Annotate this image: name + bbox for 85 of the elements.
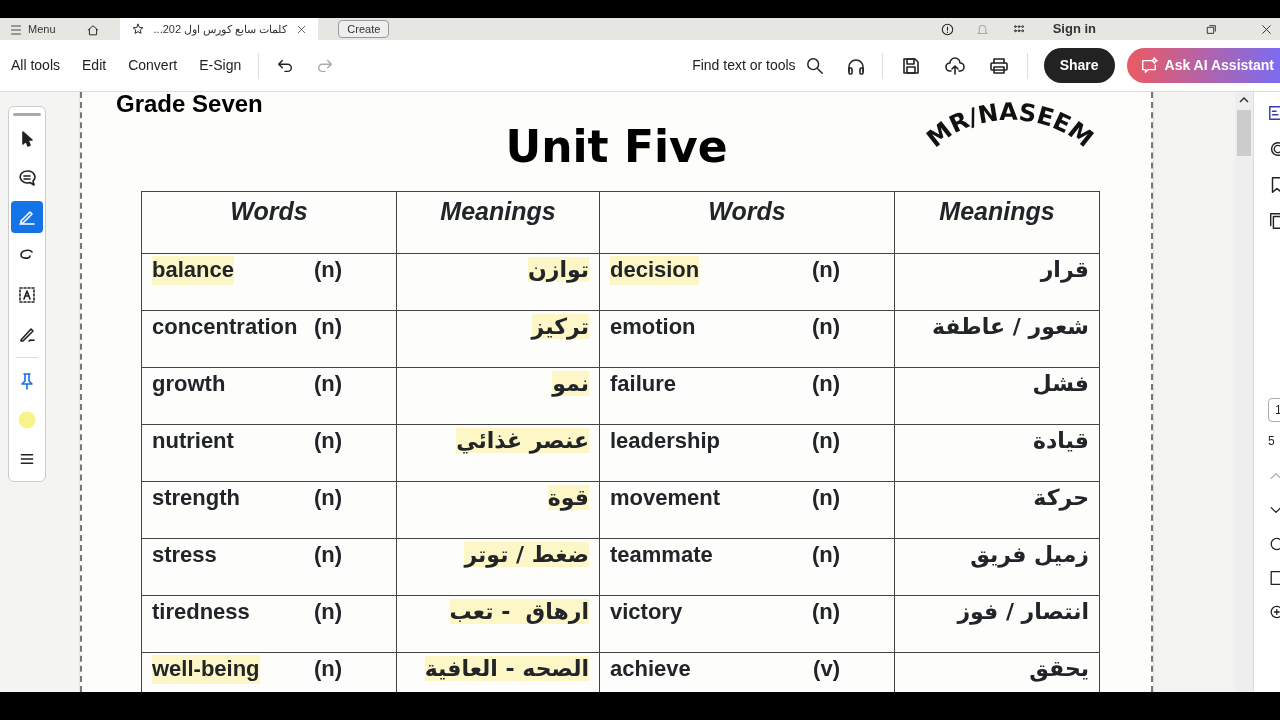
column-header: Words bbox=[141, 191, 397, 254]
menu-item[interactable]: Convert bbox=[117, 55, 189, 76]
arabic-meaning: توازن bbox=[527, 257, 589, 282]
tab-title: كلمات سابع كورس اول 202... bbox=[153, 21, 288, 38]
home-icon[interactable] bbox=[85, 23, 100, 36]
english-word: strength bbox=[152, 484, 240, 512]
english-word: balance bbox=[152, 256, 234, 285]
part-of-speech: (n) bbox=[313, 484, 342, 512]
restore-window-icon[interactable] bbox=[1206, 23, 1217, 35]
menu-item[interactable]: E-Sign bbox=[188, 55, 253, 76]
document-heading: Grade Seven bbox=[116, 92, 263, 116]
column-header: Meanings bbox=[894, 191, 1100, 254]
part-of-speech: (n) bbox=[811, 370, 840, 398]
document-tab[interactable]: كلمات سابع كورس اول 202... bbox=[119, 18, 319, 40]
share-button[interactable]: Share bbox=[1043, 48, 1115, 83]
scroll-up-icon[interactable] bbox=[1239, 96, 1249, 104]
arabic-meaning: الصحه - العافية bbox=[424, 656, 589, 681]
zoom-in-icon[interactable] bbox=[1268, 604, 1280, 620]
part-of-speech: (n) bbox=[811, 541, 840, 569]
page-total: 5 bbox=[1268, 433, 1275, 450]
english-word: movement bbox=[610, 484, 721, 512]
english-word: well-being bbox=[152, 655, 260, 684]
english-word: teammate bbox=[610, 541, 713, 569]
menu-icon bbox=[10, 24, 22, 35]
scrollbar-thumb[interactable] bbox=[1237, 110, 1251, 156]
arabic-meaning: فشل bbox=[1032, 371, 1089, 396]
english-word: nutrient bbox=[152, 427, 234, 455]
part-of-speech: (n) bbox=[313, 370, 342, 398]
menu-icon bbox=[19, 452, 35, 466]
search-icon bbox=[805, 56, 824, 75]
english-word: leadership bbox=[610, 427, 721, 455]
arabic-meaning: ارهاق - تعب bbox=[449, 599, 589, 624]
part-of-speech: (n) bbox=[811, 427, 840, 455]
part-of-speech: (v) bbox=[813, 655, 840, 683]
arabic-meaning: انتصار / فوز bbox=[957, 599, 1089, 624]
arabic-meaning: يحقق bbox=[1029, 656, 1089, 681]
part-of-speech: (n) bbox=[313, 256, 342, 284]
menu-item[interactable]: Edit bbox=[71, 55, 118, 76]
english-word: victory bbox=[610, 598, 683, 626]
save-icon[interactable] bbox=[900, 55, 921, 76]
english-word: decision bbox=[610, 256, 700, 285]
column-header: Words bbox=[599, 191, 895, 254]
part-of-speech: (n) bbox=[313, 655, 342, 683]
menu-item[interactable]: All tools bbox=[0, 55, 72, 76]
close-icon[interactable] bbox=[297, 25, 307, 35]
ai-assistant-button[interactable]: Ask AI Assistant bbox=[1126, 48, 1280, 83]
part-of-speech: (n) bbox=[313, 598, 342, 626]
create-button[interactable]: Create bbox=[338, 20, 390, 38]
search-field[interactable]: Find text or tools bbox=[692, 55, 824, 76]
arabic-meaning: قيادة bbox=[1033, 428, 1089, 453]
star-icon bbox=[131, 23, 144, 35]
cloud-upload-icon[interactable] bbox=[944, 55, 965, 76]
part-of-speech: (n) bbox=[811, 313, 840, 341]
fit-page-icon[interactable] bbox=[1268, 570, 1280, 586]
english-word: emotion bbox=[610, 313, 696, 341]
print-icon[interactable] bbox=[988, 55, 1009, 76]
english-word: stress bbox=[152, 541, 217, 569]
part-of-speech: (n) bbox=[811, 256, 840, 284]
part-of-speech: (n) bbox=[313, 541, 342, 569]
english-word: tiredness bbox=[152, 598, 250, 626]
english-word: failure bbox=[610, 370, 677, 398]
arabic-meaning: زميل فريق bbox=[970, 542, 1089, 567]
menu-label: Menu bbox=[28, 21, 56, 37]
english-word: achieve bbox=[610, 655, 691, 683]
sign-in-link[interactable]: Sign in bbox=[1052, 19, 1096, 39]
comment-icon bbox=[17, 168, 37, 188]
part-of-speech: (n) bbox=[313, 427, 342, 455]
arabic-meaning: قرار bbox=[1040, 257, 1089, 282]
arabic-meaning: نمو bbox=[552, 371, 589, 396]
arabic-meaning: ضغط / توتر bbox=[464, 542, 589, 567]
part-of-speech: (n) bbox=[811, 484, 840, 512]
arabic-meaning: عنصر غذائي bbox=[456, 428, 589, 453]
text-box-icon bbox=[17, 285, 37, 305]
part-of-speech: (n) bbox=[313, 313, 342, 341]
arabic-meaning: شعور / عاطفة bbox=[931, 314, 1089, 339]
arabic-meaning: تركيز bbox=[531, 314, 589, 339]
arabic-meaning: قوة bbox=[547, 485, 589, 510]
close-window-icon[interactable] bbox=[1261, 23, 1272, 35]
arabic-meaning: حركة bbox=[1033, 485, 1089, 510]
help-icon[interactable] bbox=[940, 22, 954, 36]
english-word: concentration bbox=[152, 313, 298, 341]
column-header: Meanings bbox=[396, 191, 600, 254]
english-word: growth bbox=[152, 370, 226, 398]
rotate-icon[interactable] bbox=[1268, 536, 1280, 552]
part-of-speech: (n) bbox=[811, 598, 840, 626]
